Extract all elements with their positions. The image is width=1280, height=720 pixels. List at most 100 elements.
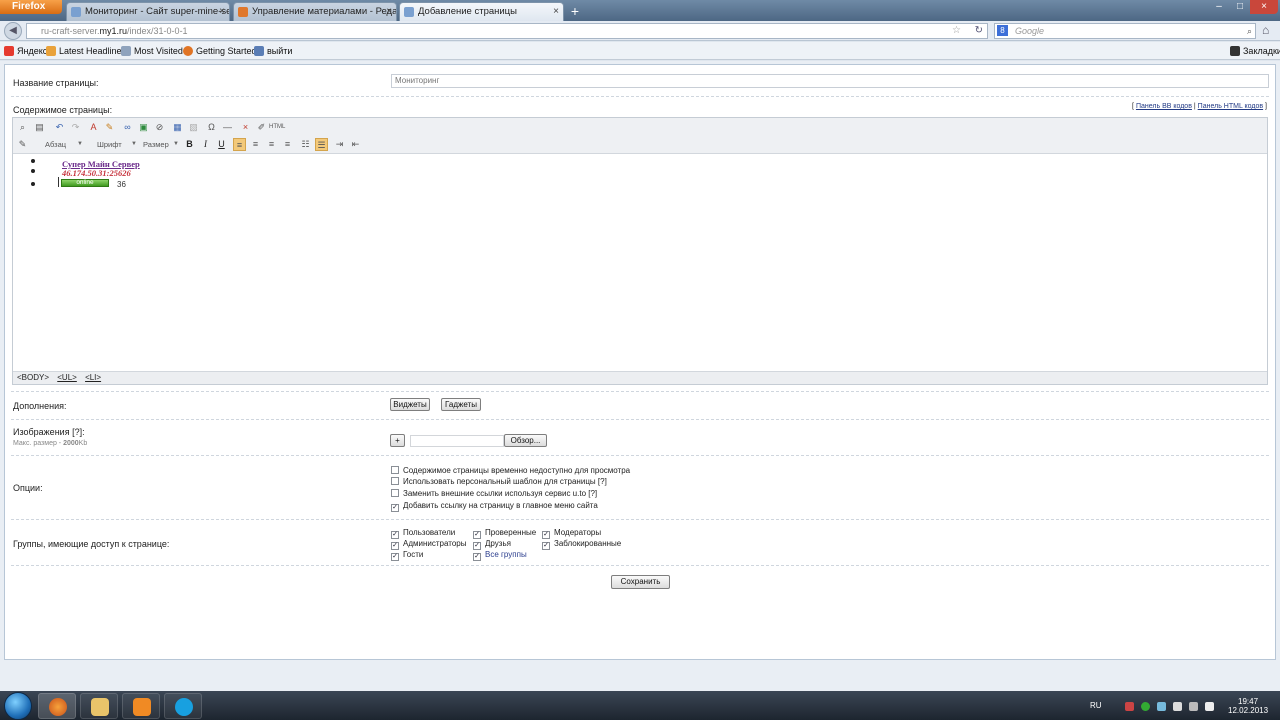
align-right-icon[interactable]: ≡ [265, 138, 278, 151]
bookmark-getting-started[interactable]: Getting Started [183, 44, 257, 58]
checkbox-checked[interactable]: ✓ [391, 542, 399, 550]
firefox-menu-button[interactable]: Firefox [0, 0, 62, 14]
html-source-icon[interactable]: HTML [269, 121, 285, 134]
option-replace-links[interactable]: Заменить внешние ссылки используя сервис… [391, 489, 597, 499]
path-tag-ul[interactable]: <UL> [57, 373, 77, 382]
group-verified[interactable]: ✓ Проверенные [473, 528, 536, 539]
bookmark-yandex[interactable]: Яндекс [4, 44, 47, 58]
search-icon[interactable]: ⌕ [1247, 24, 1252, 38]
text-color-icon[interactable]: A [87, 121, 100, 134]
group-blocked[interactable]: ✓ Заблокированные [542, 539, 621, 550]
tray-app-icon[interactable] [1125, 702, 1134, 711]
style-icon[interactable]: ✎ [16, 138, 29, 151]
tray-status-icon[interactable] [1141, 702, 1150, 711]
bb-panel-link[interactable]: Панель BB кодов [1136, 103, 1192, 110]
link-icon[interactable]: ∞ [121, 121, 134, 134]
checkbox-checked[interactable]: ✓ [542, 531, 550, 539]
gadgets-button[interactable]: Гаджеты [441, 398, 481, 411]
close-icon[interactable]: × [553, 3, 559, 20]
bookmark-star-icon[interactable]: ☆ [952, 24, 961, 38]
checkbox-checked[interactable]: ✓ [391, 504, 399, 512]
taskbar-firefox[interactable] [38, 693, 76, 719]
option-add-to-menu[interactable]: ✓ Добавить ссылку на страницу в главное м… [391, 501, 598, 512]
taskbar-media-player[interactable] [122, 693, 160, 719]
checkbox-checked[interactable]: ✓ [473, 531, 481, 539]
tray-display-icon[interactable] [1189, 702, 1198, 711]
paragraph-select[interactable]: Абзац ▼ [37, 138, 83, 151]
path-tag-body[interactable]: <BODY> [17, 373, 49, 382]
group-administrators[interactable]: ✓ Администраторы [391, 539, 466, 550]
tab-content-manager[interactable]: Управление материалами - Редакто... × [233, 2, 397, 21]
indent-icon[interactable]: ⇥ [333, 138, 346, 151]
maximize-button[interactable]: □ [1230, 0, 1250, 14]
bookmark-logout[interactable]: выйти [254, 44, 292, 58]
checkbox-checked[interactable]: ✓ [473, 553, 481, 561]
page-title-input[interactable]: Мониторинг [391, 74, 1269, 88]
option-temporarily-unavailable[interactable]: Содержимое страницы временно недоступно … [391, 466, 630, 476]
unlink-icon[interactable]: ⊘ [153, 121, 166, 134]
bookmark-most-visited[interactable]: Most Visited [121, 44, 183, 58]
help-link[interactable]: [?] [588, 489, 597, 498]
edit-table-icon[interactable]: ▧ [187, 121, 200, 134]
checkbox[interactable] [391, 477, 399, 485]
tray-volume-icon[interactable] [1205, 702, 1214, 711]
group-friends[interactable]: ✓ Друзья [473, 539, 511, 550]
taskbar-explorer[interactable] [80, 693, 118, 719]
google-icon[interactable]: 8 [997, 25, 1008, 36]
start-button[interactable] [4, 692, 32, 720]
numbered-list-icon[interactable]: ☷ [299, 138, 312, 151]
language-indicator[interactable]: RU [1090, 701, 1102, 710]
back-button[interactable]: ◀ [4, 22, 22, 40]
reload-icon[interactable]: ↻ [975, 24, 983, 38]
horizontal-rule-icon[interactable]: — [221, 121, 234, 134]
bookmark-latest-headlines[interactable]: Latest Headlines [46, 44, 126, 58]
checkbox-checked[interactable]: ✓ [473, 542, 481, 550]
group-guests[interactable]: ✓ Гости [391, 550, 423, 561]
close-icon[interactable]: × [386, 3, 392, 20]
bold-button[interactable]: B [183, 138, 196, 151]
underline-button[interactable]: U [215, 138, 228, 151]
taskbar-clock[interactable]: 19:47 12.02.2013 [1228, 697, 1268, 715]
bullet-list-icon[interactable]: ☰ [315, 138, 328, 151]
checkbox-checked[interactable]: ✓ [391, 531, 399, 539]
align-center-icon[interactable]: ≡ [249, 138, 262, 151]
group-users[interactable]: ✓ Пользователи [391, 528, 455, 539]
font-select[interactable]: Шрифт ▼ [89, 138, 137, 151]
align-justify-icon[interactable]: ≡ [281, 138, 294, 151]
add-image-button[interactable]: + [390, 434, 405, 447]
html-panel-link[interactable]: Панель HTML кодов [1198, 103, 1263, 110]
special-char-icon[interactable]: Ω [205, 121, 218, 134]
help-link[interactable]: [?] [598, 477, 607, 486]
file-path-input[interactable] [410, 435, 504, 447]
tray-flag-icon[interactable] [1173, 702, 1182, 711]
redo-icon[interactable]: ↷ [69, 121, 82, 134]
option-personal-template[interactable]: Использовать персональный шаблон для стр… [391, 477, 607, 487]
background-color-icon[interactable]: ✎ [103, 121, 116, 134]
align-left-icon[interactable]: ≡ [233, 138, 246, 151]
remove-format-icon[interactable]: × [239, 121, 252, 134]
find-icon[interactable]: ⌕ [16, 121, 29, 134]
browse-button[interactable]: Обзор... [504, 434, 547, 447]
checkbox-checked[interactable]: ✓ [542, 542, 550, 550]
checkbox[interactable] [391, 489, 399, 497]
widgets-button[interactable]: Виджеты [390, 398, 430, 411]
checkbox-checked[interactable]: ✓ [391, 553, 399, 561]
tab-add-page[interactable]: Добавление страницы × [399, 2, 564, 21]
checkbox[interactable] [391, 466, 399, 474]
url-bar[interactable]: ru-craft-server.my1.ru/index/31-0-0-1 ☆ … [26, 23, 988, 39]
path-tag-li[interactable]: <LI> [85, 373, 101, 382]
pencil-icon[interactable]: ✐ [255, 121, 268, 134]
home-icon[interactable]: ⌂ [1262, 23, 1269, 37]
group-moderators[interactable]: ✓ Модераторы [542, 528, 601, 539]
tray-network-icon[interactable] [1157, 702, 1166, 711]
editor-content-area[interactable]: Супер Майн Сервер 46.174.50.31:25626 onl… [13, 155, 1267, 371]
window-close-button[interactable]: × [1250, 0, 1278, 14]
group-all[interactable]: ✓ Все группы [473, 550, 527, 561]
undo-icon[interactable]: ↶ [53, 121, 66, 134]
tab-monitoring[interactable]: Мониторинг - Сайт super-mine-serv... × [66, 2, 230, 21]
image-icon[interactable]: ▣ [137, 121, 150, 134]
images-help-link[interactable]: [?] [72, 427, 82, 437]
close-icon[interactable]: × [219, 3, 225, 20]
save-button[interactable]: Сохранить [611, 575, 670, 589]
bookmarks-menu[interactable]: Закладки [1230, 44, 1280, 58]
